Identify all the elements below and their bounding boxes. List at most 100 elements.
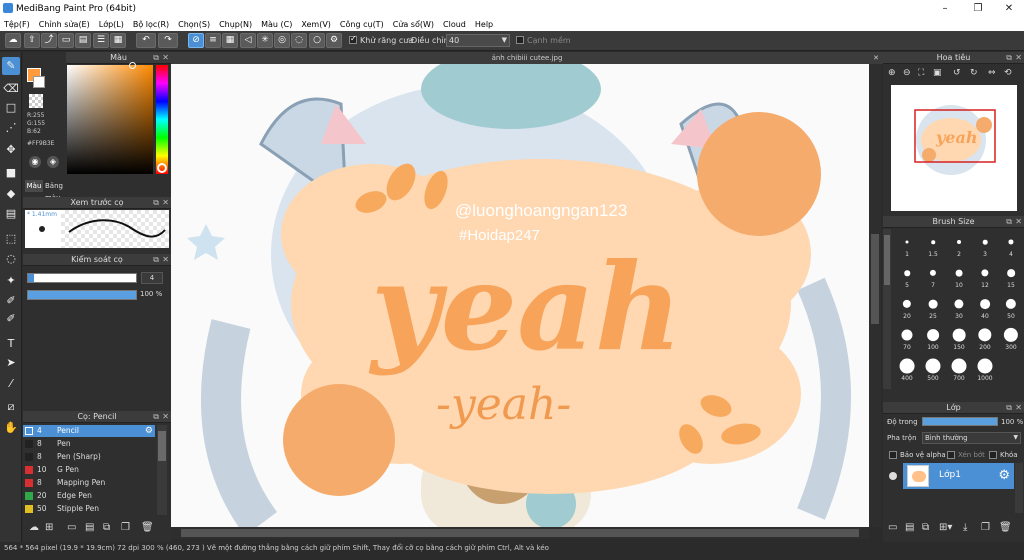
cloud-icon[interactable]: ☁	[5, 33, 21, 48]
brush-size-option[interactable]: 4	[998, 232, 1024, 259]
trash-icon[interactable]: 🗑	[999, 522, 1012, 533]
brush-list-scrollbar[interactable]	[157, 425, 167, 515]
popout-icon[interactable]: ⧉	[153, 411, 159, 423]
gradient-tool-icon[interactable]: ▤	[2, 205, 20, 223]
secondary-color-swatch[interactable]	[33, 76, 45, 88]
grid-snap-icon[interactable]: ▦	[222, 33, 238, 48]
layer-opacity-slider[interactable]	[922, 417, 998, 426]
parallel-snap-icon[interactable]: ≡	[205, 33, 221, 48]
dot-tool-icon[interactable]: ⋰	[2, 119, 20, 137]
close-tab-icon[interactable]: ✕	[873, 52, 879, 64]
page-icon[interactable]: ▤	[85, 522, 94, 533]
brush-size-option[interactable]: 50	[998, 294, 1024, 321]
brush-size-slider[interactable]	[27, 273, 137, 283]
hue-slider[interactable]	[156, 65, 168, 174]
menu-help[interactable]: Help	[475, 20, 493, 29]
brush-tool-icon[interactable]: ✎	[2, 57, 20, 75]
brush-item-pencil[interactable]: 4 Pencil ⚙	[23, 425, 155, 437]
upload-icon[interactable]: ⇧	[24, 33, 40, 48]
curve-snap-icon[interactable]: ◌	[291, 33, 307, 48]
menu-file[interactable]: Tệp(F)	[4, 20, 30, 29]
ellipse-snap-icon[interactable]: ○	[309, 33, 325, 48]
brush-size-value[interactable]: 4	[141, 272, 163, 284]
menu-select[interactable]: Chọn(S)	[178, 20, 210, 29]
canvas-vertical-scrollbar[interactable]	[869, 64, 881, 527]
close-panel-icon[interactable]: ✕	[162, 411, 169, 423]
brush-size-option[interactable]: 200	[972, 325, 998, 352]
brush-size-option[interactable]: 100	[920, 325, 946, 352]
rect-tool-icon[interactable]: □	[2, 99, 20, 117]
add-brush-icon[interactable]: ⊞	[45, 522, 53, 533]
fit-icon[interactable]: ⛶	[918, 68, 924, 78]
rotate-right-icon[interactable]: ↻	[970, 68, 978, 78]
tab-palette[interactable]: Bảng màu	[45, 180, 77, 202]
select-tool-icon[interactable]: ⬚	[2, 230, 20, 248]
brush-size-option[interactable]: 15	[998, 263, 1024, 290]
hand-tool-icon[interactable]: ✋	[2, 419, 20, 437]
maximize-icon[interactable]: ❐	[963, 0, 993, 17]
transparent-color-swatch[interactable]	[29, 94, 43, 108]
brush-size-option[interactable]: 20	[894, 294, 920, 321]
layer-row[interactable]: Lớp1 ⚙	[885, 463, 1014, 491]
tab-color[interactable]: Màu	[25, 180, 43, 192]
brush-item-mapping-pen[interactable]: 8 Mapping Pen	[23, 477, 155, 489]
menu-filter[interactable]: Bộ lọc(R)	[133, 20, 169, 29]
shape-tool-icon[interactable]: ■	[2, 164, 20, 182]
folder-icon[interactable]: ▭	[67, 522, 76, 533]
new-folder-icon[interactable]: ▤	[905, 522, 914, 533]
popout-icon[interactable]: ⧉	[1006, 52, 1012, 64]
palette-icon[interactable]: ◉	[29, 156, 41, 168]
zoom-in-icon[interactable]: ⊕	[888, 68, 896, 78]
correction-select[interactable]: 40 ▼	[446, 34, 510, 47]
list-icon[interactable]: ☰	[93, 33, 109, 48]
operation-tool-icon[interactable]: ➤	[2, 354, 20, 372]
close-panel-icon[interactable]: ✕	[1015, 52, 1022, 64]
brush-size-option[interactable]: 25	[920, 294, 946, 321]
menu-layer[interactable]: Lớp(L)	[99, 20, 124, 29]
divide-tool-icon[interactable]: ⧄	[2, 398, 20, 416]
close-panel-icon[interactable]: ✕	[162, 254, 169, 266]
brush-item-pen[interactable]: 8 Pen	[23, 438, 155, 450]
redo-icon[interactable]: ↷	[158, 33, 178, 48]
blend-mode-select[interactable]: Bình thường ▼	[922, 432, 1021, 444]
circle-snap-icon[interactable]: ◎	[274, 33, 290, 48]
drawing-canvas[interactable]: @luonghoangngan123 #Hoidap247 yeah -yeah…	[171, 64, 869, 527]
brush-size-option[interactable]: 40	[972, 294, 998, 321]
brush-size-option[interactable]: 70	[894, 325, 920, 352]
antialias-checkbox[interactable]	[349, 34, 357, 44]
brush-size-option[interactable]: 2	[946, 232, 972, 259]
menu-window[interactable]: Cửa sổ(W)	[393, 20, 434, 29]
popout-icon[interactable]: ⧉	[1006, 402, 1012, 414]
zoom-out-icon[interactable]: ⊖	[903, 68, 911, 78]
share-icon[interactable]: ⤴	[41, 33, 57, 48]
menu-snap[interactable]: Chụp(N)	[219, 20, 252, 29]
popout-icon[interactable]: ⧉	[153, 197, 159, 209]
brush-size-option[interactable]: 30	[946, 294, 972, 321]
menu-edit[interactable]: Chỉnh sửa(E)	[39, 20, 90, 29]
undo-icon[interactable]: ↶	[136, 33, 156, 48]
bucket-tool-icon[interactable]: ◆	[2, 185, 20, 203]
visibility-eye-icon[interactable]	[889, 472, 897, 480]
duplicate-icon[interactable]: ❐	[981, 522, 990, 533]
popout-icon[interactable]: ⧉	[1006, 216, 1012, 228]
reset-icon[interactable]: ⟲	[1004, 68, 1012, 78]
brush-item-edge-pen[interactable]: 20 Edge Pen	[23, 490, 155, 502]
protect-alpha-checkbox[interactable]	[889, 451, 897, 459]
navigator-thumbnail[interactable]: yeah	[891, 85, 1017, 211]
merge-down-icon[interactable]: ⤓	[963, 522, 967, 533]
close-panel-icon[interactable]: ✕	[1015, 402, 1022, 414]
perspective-snap-icon[interactable]: ◁	[240, 33, 256, 48]
brush-item-pen-sharp[interactable]: 8 Pen (Sharp)	[23, 451, 155, 463]
brush-item-g-pen[interactable]: 10 G Pen	[23, 464, 155, 476]
brush-size-option[interactable]: 10	[946, 263, 972, 290]
brush-size-option[interactable]: 1.5	[920, 232, 946, 259]
pages-icon[interactable]: ▦	[110, 33, 126, 48]
brush-opacity-slider[interactable]	[27, 290, 137, 300]
gear-icon[interactable]: ⚙	[145, 425, 153, 437]
soft-edge-checkbox[interactable]	[516, 36, 524, 44]
popout-icon[interactable]: ⧉	[153, 52, 159, 64]
popout-icon[interactable]: ⧉	[153, 254, 159, 266]
cloud-brush-icon[interactable]: ☁	[29, 522, 39, 533]
brush-size-option[interactable]: 3	[972, 232, 998, 259]
close-panel-icon[interactable]: ✕	[1015, 216, 1022, 228]
